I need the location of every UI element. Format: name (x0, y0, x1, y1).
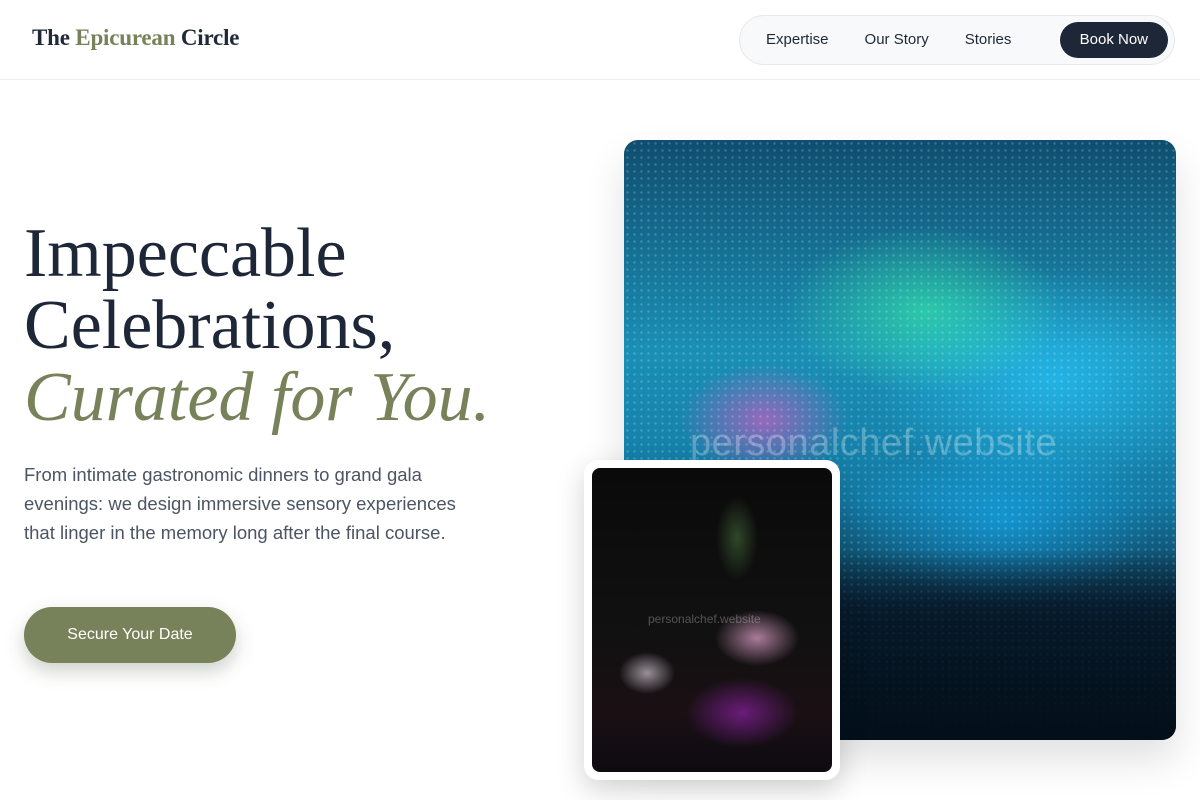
brand-part-1: The (32, 25, 76, 50)
book-now-button[interactable]: Book Now (1059, 22, 1168, 58)
table-setting-photo-card: personalchef.website (584, 460, 840, 780)
nav-expertise[interactable]: Expertise (748, 22, 847, 58)
headline-line-1: Impeccable (24, 215, 347, 292)
hero-subtext: From intimate gastronomic dinners to gra… (24, 464, 456, 543)
main-photo-watermark: personalchef.website (690, 422, 1057, 464)
secure-your-date-button[interactable]: Secure Your Date (24, 607, 236, 663)
table-setting-photo: personalchef.website (592, 468, 832, 772)
hero-headline: Impeccable Celebrations, Curated for You… (24, 218, 490, 434)
brand-part-2: Circle (175, 25, 240, 50)
small-photo-watermark: personalchef.website (648, 612, 761, 626)
main-nav: Expertise Our Story Stories Book Now (739, 15, 1175, 65)
headline-line-2: Celebrations, (24, 287, 396, 364)
headline-line-3: Curated for You. (24, 359, 491, 436)
nav-stories[interactable]: Stories (947, 22, 1030, 58)
nav-our-story[interactable]: Our Story (847, 22, 947, 58)
brand-logo[interactable]: The Epicurean Circle (32, 25, 239, 51)
site-header: The Epicurean Circle Expertise Our Story… (0, 0, 1200, 80)
brand-accent: Epicurean (75, 25, 176, 50)
